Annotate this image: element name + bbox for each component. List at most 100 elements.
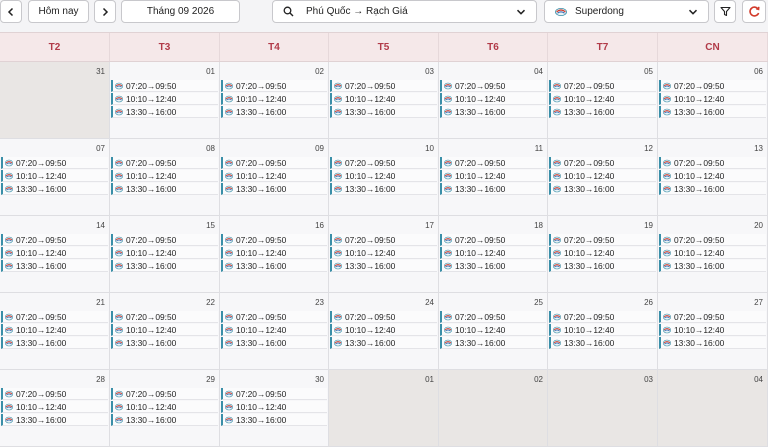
calendar-day-cell[interactable]: 21 07:20→09:50 10:10→12:40 13:30→16:00 xyxy=(0,293,110,370)
calendar-day-cell[interactable]: 02 xyxy=(439,370,548,447)
calendar-day-cell[interactable]: 11 07:20→09:50 10:10→12:40 13:30→16:00 xyxy=(439,139,548,216)
calendar-day-cell[interactable]: 01 07:20→09:50 10:10→12:40 13:30→16:00 xyxy=(110,62,220,139)
calendar-day-cell[interactable]: 18 07:20→09:50 10:10→12:40 13:30→16:00 xyxy=(439,216,548,293)
trip-item[interactable]: 07:20→09:50 xyxy=(111,80,218,92)
trip-item[interactable]: 10:10→12:40 xyxy=(330,93,437,105)
trip-item[interactable]: 13:30→16:00 xyxy=(440,183,546,195)
trip-item[interactable]: 10:10→12:40 xyxy=(659,247,766,259)
calendar-day-cell[interactable]: 06 07:20→09:50 10:10→12:40 13:30→16:00 xyxy=(658,62,768,139)
calendar-day-cell[interactable]: 05 07:20→09:50 10:10→12:40 13:30→16:00 xyxy=(548,62,658,139)
route-select[interactable]: Phú Quốc → Rạch Giá xyxy=(272,0,537,23)
trip-item[interactable]: 10:10→12:40 xyxy=(330,247,437,259)
calendar-day-cell[interactable]: 26 07:20→09:50 10:10→12:40 13:30→16:00 xyxy=(548,293,658,370)
trip-item[interactable]: 07:20→09:50 xyxy=(659,234,766,246)
calendar-day-cell[interactable]: 10 07:20→09:50 10:10→12:40 13:30→16:00 xyxy=(329,139,439,216)
trip-item[interactable]: 13:30→16:00 xyxy=(111,414,218,426)
trip-item[interactable]: 07:20→09:50 xyxy=(1,311,108,323)
trip-item[interactable]: 07:20→09:50 xyxy=(440,80,546,92)
trip-item[interactable]: 10:10→12:40 xyxy=(659,93,766,105)
trip-item[interactable]: 13:30→16:00 xyxy=(549,337,656,349)
trip-item[interactable]: 13:30→16:00 xyxy=(1,414,108,426)
trip-item[interactable]: 10:10→12:40 xyxy=(440,324,546,336)
trip-item[interactable]: 13:30→16:00 xyxy=(330,106,437,118)
trip-item[interactable]: 13:30→16:00 xyxy=(221,106,327,118)
trip-item[interactable]: 10:10→12:40 xyxy=(330,170,437,182)
calendar-day-cell[interactable]: 29 07:20→09:50 10:10→12:40 13:30→16:00 xyxy=(110,370,220,447)
trip-item[interactable]: 10:10→12:40 xyxy=(440,170,546,182)
calendar-day-cell[interactable]: 07 07:20→09:50 10:10→12:40 13:30→16:00 xyxy=(0,139,110,216)
trip-item[interactable]: 07:20→09:50 xyxy=(221,80,327,92)
trip-item[interactable]: 10:10→12:40 xyxy=(440,93,546,105)
trip-item[interactable]: 10:10→12:40 xyxy=(111,401,218,413)
trip-item[interactable]: 10:10→12:40 xyxy=(221,324,327,336)
trip-item[interactable]: 10:10→12:40 xyxy=(221,170,327,182)
trip-item[interactable]: 13:30→16:00 xyxy=(549,106,656,118)
calendar-day-cell[interactable]: 13 07:20→09:50 10:10→12:40 13:30→16:00 xyxy=(658,139,768,216)
calendar-day-cell[interactable]: 23 07:20→09:50 10:10→12:40 13:30→16:00 xyxy=(220,293,329,370)
trip-item[interactable]: 10:10→12:40 xyxy=(1,401,108,413)
trip-item[interactable]: 07:20→09:50 xyxy=(659,157,766,169)
trip-item[interactable]: 10:10→12:40 xyxy=(1,247,108,259)
trip-item[interactable]: 10:10→12:40 xyxy=(549,324,656,336)
trip-item[interactable]: 10:10→12:40 xyxy=(659,324,766,336)
trip-item[interactable]: 10:10→12:40 xyxy=(111,170,218,182)
trip-item[interactable]: 13:30→16:00 xyxy=(111,106,218,118)
trip-item[interactable]: 07:20→09:50 xyxy=(330,80,437,92)
prev-month-button[interactable] xyxy=(0,0,22,23)
calendar-day-cell[interactable]: 01 xyxy=(329,370,439,447)
calendar-day-cell[interactable]: 22 07:20→09:50 10:10→12:40 13:30→16:00 xyxy=(110,293,220,370)
trip-item[interactable]: 10:10→12:40 xyxy=(221,247,327,259)
operator-select[interactable]: Superdong xyxy=(544,0,709,23)
trip-item[interactable]: 07:20→09:50 xyxy=(111,388,218,400)
today-button[interactable]: Hôm nay xyxy=(28,0,89,23)
trip-item[interactable]: 13:30→16:00 xyxy=(221,337,327,349)
trip-item[interactable]: 07:20→09:50 xyxy=(221,311,327,323)
trip-item[interactable]: 10:10→12:40 xyxy=(549,247,656,259)
calendar-day-cell[interactable]: 30 07:20→09:50 10:10→12:40 13:30→16:00 xyxy=(220,370,329,447)
trip-item[interactable]: 13:30→16:00 xyxy=(440,337,546,349)
calendar-day-cell[interactable]: 03 07:20→09:50 10:10→12:40 13:30→16:00 xyxy=(329,62,439,139)
trip-item[interactable]: 07:20→09:50 xyxy=(659,80,766,92)
trip-item[interactable]: 13:30→16:00 xyxy=(330,337,437,349)
trip-item[interactable]: 07:20→09:50 xyxy=(330,157,437,169)
refresh-button[interactable] xyxy=(742,0,766,23)
filter-button[interactable] xyxy=(714,0,736,23)
calendar-day-cell[interactable]: 15 07:20→09:50 10:10→12:40 13:30→16:00 xyxy=(110,216,220,293)
trip-item[interactable]: 07:20→09:50 xyxy=(549,311,656,323)
calendar-day-cell[interactable]: 20 07:20→09:50 10:10→12:40 13:30→16:00 xyxy=(658,216,768,293)
trip-item[interactable]: 07:20→09:50 xyxy=(111,157,218,169)
trip-item[interactable]: 13:30→16:00 xyxy=(330,260,437,272)
trip-item[interactable]: 13:30→16:00 xyxy=(659,183,766,195)
trip-item[interactable]: 07:20→09:50 xyxy=(549,157,656,169)
trip-item[interactable]: 10:10→12:40 xyxy=(111,324,218,336)
trip-item[interactable]: 13:30→16:00 xyxy=(111,260,218,272)
trip-item[interactable]: 10:10→12:40 xyxy=(111,93,218,105)
trip-item[interactable]: 13:30→16:00 xyxy=(1,337,108,349)
trip-item[interactable]: 07:20→09:50 xyxy=(440,234,546,246)
trip-item[interactable]: 07:20→09:50 xyxy=(549,80,656,92)
calendar-day-cell[interactable]: 14 07:20→09:50 10:10→12:40 13:30→16:00 xyxy=(0,216,110,293)
trip-item[interactable]: 10:10→12:40 xyxy=(549,170,656,182)
trip-item[interactable]: 13:30→16:00 xyxy=(659,260,766,272)
trip-item[interactable]: 13:30→16:00 xyxy=(549,183,656,195)
trip-item[interactable]: 10:10→12:40 xyxy=(659,170,766,182)
trip-item[interactable]: 07:20→09:50 xyxy=(549,234,656,246)
trip-item[interactable]: 13:30→16:00 xyxy=(659,337,766,349)
trip-item[interactable]: 10:10→12:40 xyxy=(1,170,108,182)
calendar-day-cell[interactable]: 24 07:20→09:50 10:10→12:40 13:30→16:00 xyxy=(329,293,439,370)
trip-item[interactable]: 07:20→09:50 xyxy=(659,311,766,323)
calendar-day-cell[interactable]: 16 07:20→09:50 10:10→12:40 13:30→16:00 xyxy=(220,216,329,293)
trip-item[interactable]: 10:10→12:40 xyxy=(440,247,546,259)
calendar-day-cell[interactable]: 19 07:20→09:50 10:10→12:40 13:30→16:00 xyxy=(548,216,658,293)
trip-item[interactable]: 07:20→09:50 xyxy=(330,234,437,246)
trip-item[interactable]: 07:20→09:50 xyxy=(221,157,327,169)
trip-item[interactable]: 13:30→16:00 xyxy=(221,183,327,195)
trip-item[interactable]: 10:10→12:40 xyxy=(549,93,656,105)
calendar-day-cell[interactable]: 08 07:20→09:50 10:10→12:40 13:30→16:00 xyxy=(110,139,220,216)
calendar-day-cell[interactable]: 09 07:20→09:50 10:10→12:40 13:30→16:00 xyxy=(220,139,329,216)
trip-item[interactable]: 10:10→12:40 xyxy=(221,93,327,105)
trip-item[interactable]: 10:10→12:40 xyxy=(330,324,437,336)
trip-item[interactable]: 07:20→09:50 xyxy=(221,234,327,246)
trip-item[interactable]: 13:30→16:00 xyxy=(111,183,218,195)
trip-item[interactable]: 07:20→09:50 xyxy=(1,157,108,169)
